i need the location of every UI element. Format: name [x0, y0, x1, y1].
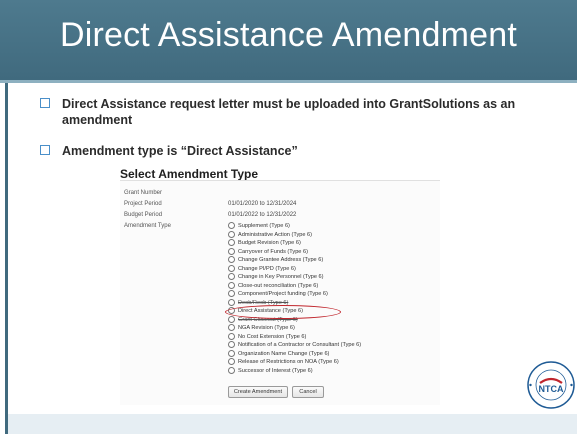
label-grant-number: Grant Number: [124, 190, 163, 196]
radio-icon[interactable]: [228, 247, 235, 255]
bullet-text: Amendment type is “Direct Assistance”: [62, 144, 298, 158]
radio-icon[interactable]: [228, 324, 235, 331]
option-notification-contractor[interactable]: Notification of a Contractor or Consulta…: [228, 341, 361, 349]
label-amendment-type: Amendment Type: [124, 223, 171, 229]
radio-icon[interactable]: [228, 298, 235, 306]
option-carryover-of-funds[interactable]: Carryover of Funds (Type 6): [228, 247, 308, 256]
checkbox-bullet-icon: [40, 98, 50, 108]
option-administrative-action[interactable]: Administrative Action (Type 6): [228, 230, 312, 239]
label-project-period: Project Period: [124, 201, 162, 207]
radio-icon[interactable]: [228, 341, 235, 348]
radio-icon[interactable]: [228, 273, 235, 280]
option-change-grantee-address[interactable]: Change Grantee Address (Type 6): [228, 256, 323, 264]
cancel-button[interactable]: Cancel: [292, 386, 324, 398]
option-organization-name-change[interactable]: Organization Name Change (Type 6): [228, 349, 329, 358]
slide-title: Direct Assistance Amendment: [59, 16, 518, 54]
radio-icon[interactable]: [228, 256, 235, 263]
title-accent-line: [0, 80, 577, 83]
left-accent-bar: [5, 83, 8, 434]
create-amendment-button[interactable]: Create Amendment: [228, 386, 288, 398]
option-component-project-funding[interactable]: Component/Project funding (Type 6): [228, 290, 328, 298]
option-supplement[interactable]: Supplement (Type 6): [228, 222, 290, 230]
radio-icon[interactable]: [228, 315, 235, 323]
radio-icon[interactable]: [228, 222, 235, 229]
radio-icon[interactable]: [228, 332, 235, 340]
radio-icon[interactable]: [228, 239, 235, 246]
option-successor-of-interest[interactable]: Successor of Interest (Type 6): [228, 366, 313, 375]
bullet-text: Direct Assistance request letter must be…: [62, 97, 516, 127]
option-release-of-restrictions[interactable]: Release of Restrictions on NOA (Type 6): [228, 358, 339, 366]
radio-icon[interactable]: [228, 281, 235, 289]
label-budget-period: Budget Period: [124, 212, 163, 218]
radio-icon[interactable]: [228, 230, 235, 238]
radio-icon[interactable]: [228, 290, 235, 297]
value-budget-period: 01/01/2022 to 12/31/2022: [228, 212, 297, 218]
radio-icon[interactable]: [228, 264, 235, 272]
option-change-pi-pd[interactable]: Change PI/PD (Type 6): [228, 264, 296, 273]
option-change-key-personnel[interactable]: Change in Key Personnel (Type 6): [228, 273, 324, 281]
value-project-period: 01/01/2020 to 12/31/2024: [228, 201, 297, 207]
option-close-out-reconciliation[interactable]: Close-out reconciliation (Type 6): [228, 281, 318, 290]
bottom-band: [8, 414, 577, 434]
bullet-amendment-type: Amendment type is “Direct Assistance”: [40, 144, 577, 160]
option-nga-revision[interactable]: NGA Revision (Type 6): [228, 324, 295, 332]
logo-text: NTCA: [539, 384, 564, 394]
option-budget-revision[interactable]: Budget Revision (Type 6): [228, 239, 301, 247]
radio-icon[interactable]: [228, 349, 235, 357]
radio-icon[interactable]: [228, 358, 235, 365]
option-no-cost-extension[interactable]: No Cost Extension (Type 6): [228, 332, 306, 341]
radio-icon[interactable]: [228, 366, 235, 374]
checkbox-bullet-icon: [40, 145, 50, 155]
bullet-upload-letter: Direct Assistance request letter must be…: [40, 97, 577, 128]
highlight-oval: [225, 305, 341, 319]
ntca-logo: NTCA: [527, 361, 575, 409]
form-heading: Select Amendment Type: [120, 167, 259, 181]
